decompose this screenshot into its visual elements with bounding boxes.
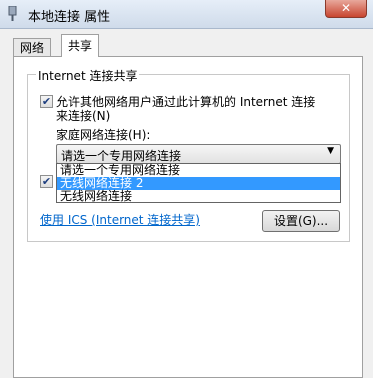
window-title: 本地连接 属性 — [28, 10, 111, 25]
home-network-select[interactable]: 请选一个专用网络连接 ▼ — [56, 144, 341, 164]
tab-network[interactable]: 网络 — [13, 38, 52, 56]
home-network-label: 家庭网络连接(H): — [56, 128, 151, 142]
allow-control-checkbox[interactable]: ✔ — [40, 175, 53, 188]
title-bar: 本地连接 属性 ✕ — [0, 0, 373, 29]
dropdown-option[interactable]: 无线网络连接 — [57, 190, 340, 203]
chevron-down-icon[interactable]: ▼ — [327, 146, 334, 156]
allow-sharing-label-line2: 来连接(N) — [56, 109, 111, 123]
close-button[interactable]: ✕ — [325, 0, 367, 18]
network-connection-icon — [8, 6, 17, 21]
settings-button[interactable]: 设置(G)... — [262, 210, 340, 232]
home-network-dropdown: 请选一个专用网络连接 无线网络连接 2 无线网络连接 — [56, 163, 341, 203]
home-network-select-value: 请选一个专用网络连接 — [61, 149, 182, 163]
checkmark-icon: ✔ — [41, 95, 52, 108]
tab-sharing[interactable]: 共享 — [61, 34, 100, 57]
allow-sharing-checkbox[interactable]: ✔ — [40, 95, 53, 108]
ics-help-link[interactable]: 使用 ICS (Internet 连接共享) — [40, 211, 200, 228]
checkmark-icon: ✔ — [41, 175, 52, 188]
ics-group-title: Internet 连接共享 — [36, 67, 140, 84]
